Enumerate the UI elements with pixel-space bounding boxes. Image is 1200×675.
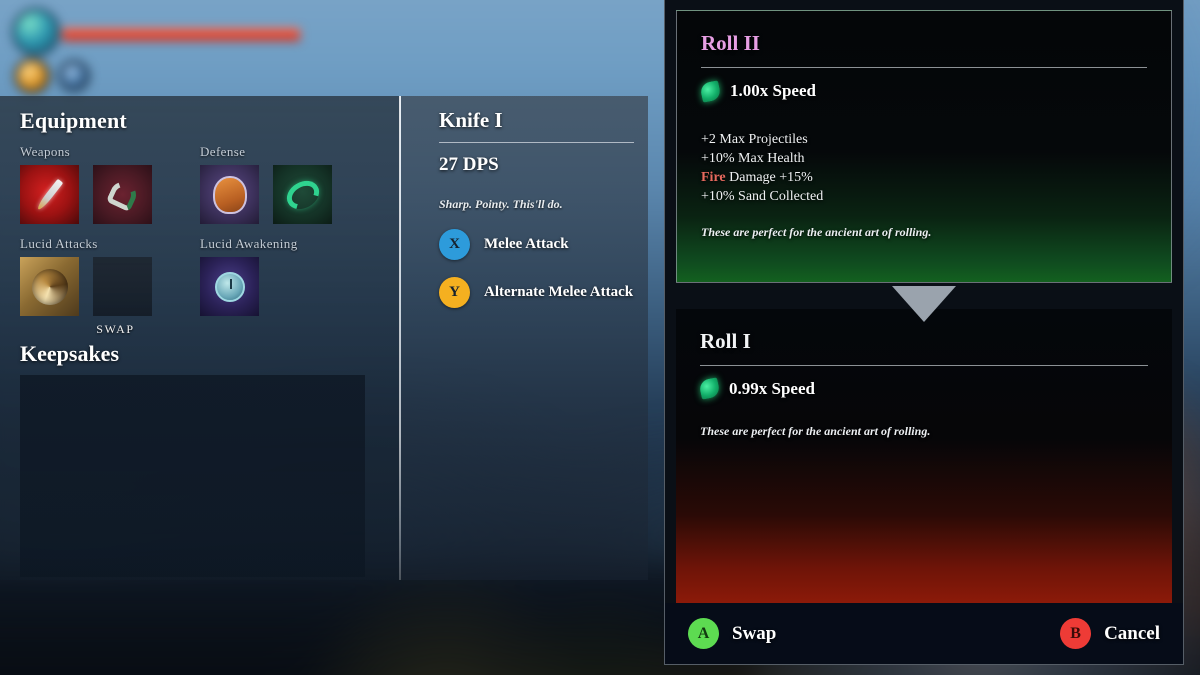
slot-row-lucid-awakening — [200, 257, 380, 316]
item-name: Knife I — [439, 108, 503, 132]
slot-knife[interactable] — [20, 165, 79, 224]
modifier-item-fire-text: Damage +15% — [725, 170, 813, 185]
equipment-group-weapons: Weapons — [20, 144, 200, 224]
button-y-icon: Y — [439, 277, 470, 308]
group-label-lucid-attacks: Lucid Attacks — [20, 236, 98, 251]
roll-swirl-icon — [273, 165, 332, 224]
equipment-panel: Equipment Weapons Defense Lucid Attacks … — [0, 96, 400, 580]
keepsakes-title: Keepsakes — [20, 341, 119, 366]
slot-slingshot[interactable] — [93, 165, 152, 224]
new-item-modifier-list: +2 Max Projectiles +10% Max Health Fire … — [701, 130, 1147, 206]
slot-lucid-swirl[interactable] — [20, 257, 79, 316]
swap-button[interactable]: A Swap — [688, 618, 777, 650]
comparison-arrow — [665, 286, 1183, 326]
ability-orb-blue — [58, 60, 90, 92]
slot-row-lucid-attacks — [20, 257, 200, 316]
slingshot-icon — [93, 165, 152, 224]
slot-clock[interactable] — [200, 257, 259, 316]
button-b-icon: B — [1060, 618, 1092, 650]
page-title: Equipment — [20, 108, 127, 133]
knife-icon — [20, 165, 79, 224]
old-item-stat-row: 0.99x Speed — [698, 377, 1148, 400]
dialog-footer: A Swap B Cancel — [665, 603, 1183, 664]
leaf-icon — [698, 377, 721, 400]
item-dps: 27 DPS — [439, 154, 499, 175]
fire-keyword: Fire — [701, 170, 726, 185]
old-item-title: Roll I — [700, 328, 751, 353]
old-item-flavor-text: These are perfect for the ancient art of… — [700, 423, 931, 438]
clock-icon — [200, 257, 259, 316]
slot-row-defense — [200, 165, 380, 224]
shield-icon — [200, 165, 259, 224]
new-item-card: Roll II 1.00x Speed +2 Max Projectiles +… — [676, 10, 1172, 283]
old-item-rule — [700, 364, 1148, 366]
new-item-flavor-text: These are perfect for the ancient art of… — [701, 225, 932, 239]
button-a-icon: A — [688, 618, 719, 650]
modifier-item: +10% Max Health — [701, 151, 805, 166]
old-item-card: Roll I 0.99x Speed These are perfect for… — [676, 308, 1172, 604]
group-label-lucid-awakening: Lucid Awakening — [200, 236, 298, 251]
player-hud — [0, 0, 320, 100]
ability-row-alternate-melee: Y Alternate Melee Attack — [439, 277, 634, 308]
swap-button-label: Swap — [732, 622, 777, 644]
new-item-title: Roll II — [701, 31, 760, 55]
item-rule — [439, 142, 634, 143]
modifier-item-fire: Fire Damage +15% — [701, 168, 1147, 187]
ability-orb-primary — [12, 8, 60, 56]
modifier-item: +10% Sand Collected — [701, 189, 824, 204]
empty-slot-icon — [93, 257, 152, 316]
modifier-item: +2 Max Projectiles — [701, 132, 808, 147]
new-item-rule — [701, 67, 1147, 68]
slot-row-weapons — [20, 165, 200, 224]
lucid-swirl-icon — [20, 257, 79, 316]
equipment-group-lucid-attacks: Lucid Attacks SWAP — [20, 236, 200, 337]
ability-row-melee: X Melee Attack — [439, 229, 634, 260]
cancel-button[interactable]: B Cancel — [1060, 618, 1160, 650]
equipment-grid: Weapons Defense Lucid Attacks SWAP Lucid… — [20, 144, 380, 337]
slot-roll[interactable] — [273, 165, 332, 224]
panel-divider — [399, 96, 401, 580]
health-bar — [62, 28, 300, 41]
button-x-icon: X — [439, 229, 470, 260]
ability-orb-gold — [14, 58, 50, 94]
item-flavor-text: Sharp. Pointy. This'll do. — [439, 197, 563, 211]
old-item-stat: 0.99x Speed — [729, 378, 815, 398]
chevron-down-icon — [892, 286, 956, 322]
ability-label-melee: Melee Attack — [484, 236, 569, 252]
group-label-weapons: Weapons — [20, 144, 71, 159]
item-detail-panel: Knife I 27 DPS Sharp. Pointy. This'll do… — [401, 96, 648, 580]
equipment-group-lucid-awakening: Lucid Awakening — [200, 236, 380, 337]
item-comparison-dialog: Roll II 1.00x Speed +2 Max Projectiles +… — [664, 0, 1184, 665]
new-item-stat-row: 1.00x Speed — [699, 79, 1147, 103]
equipment-group-defense: Defense — [200, 144, 380, 224]
slot-shield[interactable] — [200, 165, 259, 224]
swap-caption: SWAP — [96, 322, 135, 336]
ability-label-alternate-melee: Alternate Melee Attack — [484, 284, 634, 300]
group-label-defense: Defense — [200, 144, 246, 159]
slot-empty[interactable] — [93, 257, 152, 316]
cancel-button-label: Cancel — [1104, 622, 1160, 644]
new-item-stat: 1.00x Speed — [730, 81, 816, 100]
keepsakes-container[interactable] — [20, 375, 365, 577]
leaf-icon — [699, 79, 722, 103]
